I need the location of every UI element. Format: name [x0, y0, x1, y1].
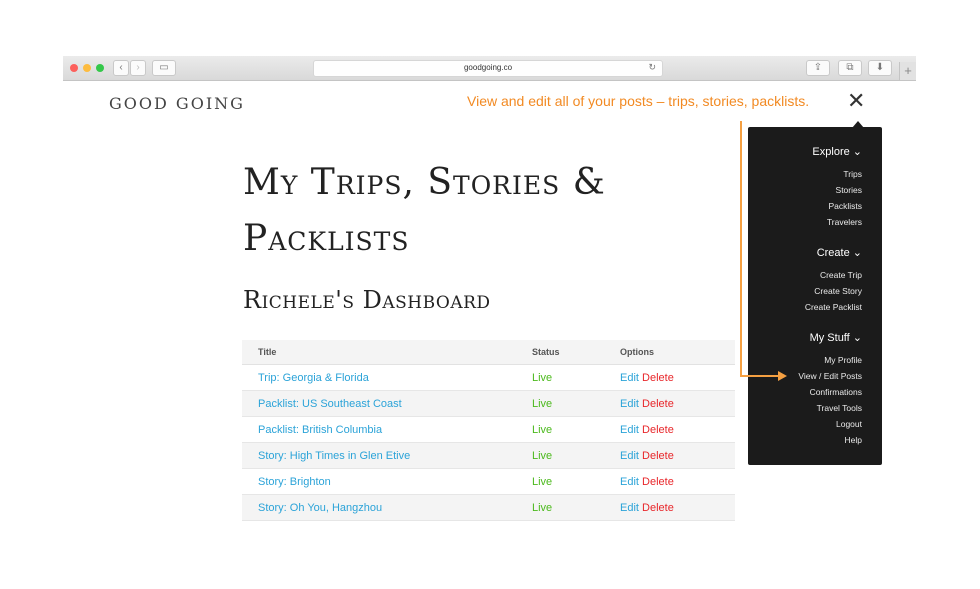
menu-item-confirmations[interactable]: Confirmations [810, 387, 862, 397]
edit-link[interactable]: Edit [620, 398, 639, 410]
delete-link[interactable]: Delete [642, 372, 674, 384]
site-logo[interactable]: GOOD GOING [109, 94, 245, 113]
delete-link[interactable]: Delete [642, 450, 674, 462]
delete-link[interactable]: Delete [642, 476, 674, 488]
edit-link[interactable]: Edit [620, 424, 639, 436]
url-text: goodgoing.co [463, 63, 513, 72]
nav-menu: Explore ⌄ Trips Stories Packlists Travel… [748, 127, 882, 465]
status-badge: Live [516, 494, 604, 521]
delete-link[interactable]: Delete [642, 502, 674, 514]
browser-toolbar: ‹ › ▭ goodgoing.co ↻ ⇪ ⧉ ⬇ + [63, 56, 916, 81]
menu-item-view-edit-posts[interactable]: View / Edit Posts [798, 371, 862, 381]
status-badge: Live [516, 416, 604, 443]
dashboard-title: Richele's Dashboard [243, 286, 491, 314]
posts-table: Title Status Options Trip: Georgia & Flo… [242, 340, 735, 521]
options-cell: Edit Delete [604, 468, 735, 495]
status-badge: Live [516, 442, 604, 469]
options-cell: Edit Delete [604, 416, 735, 443]
edit-link[interactable]: Edit [620, 450, 639, 462]
menu-item-trips[interactable]: Trips [843, 169, 862, 179]
post-title-link[interactable]: Story: High Times in Glen Etive [242, 442, 516, 469]
column-header-status: Status [516, 340, 604, 365]
column-header-title: Title [242, 340, 516, 365]
share-icon[interactable]: ⇪ [806, 60, 830, 76]
menu-item-my-profile[interactable]: My Profile [824, 355, 862, 365]
status-badge: Live [516, 364, 604, 391]
menu-item-create-packlist[interactable]: Create Packlist [805, 302, 862, 312]
tabs-icon[interactable]: ⧉ [838, 60, 862, 76]
post-title-link[interactable]: Trip: Georgia & Florida [242, 364, 516, 391]
zoom-window-icon[interactable] [96, 64, 104, 72]
annotation-text: View and edit all of your posts – trips,… [467, 93, 810, 109]
post-title-link[interactable]: Packlist: US Southeast Coast [242, 390, 516, 417]
close-window-icon[interactable] [70, 64, 78, 72]
edit-link[interactable]: Edit [620, 476, 639, 488]
annotation-arrow-line [740, 375, 780, 377]
table-row: Story: Oh You, Hangzhou Live Edit Delete [242, 494, 735, 521]
post-title-link[interactable]: Packlist: British Columbia [242, 416, 516, 443]
close-menu-icon[interactable]: ✕ [847, 88, 865, 114]
address-bar[interactable]: goodgoing.co ↻ [313, 60, 663, 77]
status-badge: Live [516, 468, 604, 495]
forward-icon[interactable]: › [130, 60, 146, 76]
post-title-link[interactable]: Story: Brighton [242, 468, 516, 495]
menu-heading-create[interactable]: Create ⌄ [817, 246, 862, 259]
delete-link[interactable]: Delete [642, 398, 674, 410]
reload-icon[interactable]: ↻ [648, 62, 656, 73]
menu-item-help[interactable]: Help [845, 435, 862, 445]
table-row: Packlist: US Southeast Coast Live Edit D… [242, 390, 735, 417]
menu-item-create-story[interactable]: Create Story [814, 286, 862, 296]
table-row: Story: Brighton Live Edit Delete [242, 468, 735, 495]
table-row: Packlist: British Columbia Live Edit Del… [242, 416, 735, 443]
annotation-arrow-icon [778, 371, 787, 381]
edit-link[interactable]: Edit [620, 372, 639, 384]
menu-item-stories[interactable]: Stories [836, 185, 862, 195]
options-cell: Edit Delete [604, 364, 735, 391]
delete-link[interactable]: Delete [642, 424, 674, 436]
menu-item-packlists[interactable]: Packlists [828, 201, 862, 211]
annotation-arrow-line [740, 121, 742, 377]
edit-link[interactable]: Edit [620, 502, 639, 514]
menu-item-logout[interactable]: Logout [836, 419, 862, 429]
table-row: Trip: Georgia & Florida Live Edit Delete [242, 364, 735, 391]
download-icon[interactable]: ⬇ [868, 60, 892, 76]
back-icon[interactable]: ‹ [113, 60, 129, 76]
status-badge: Live [516, 390, 604, 417]
table-header-row: Title Status Options [242, 340, 735, 365]
menu-heading-explore[interactable]: Explore ⌄ [812, 145, 862, 158]
menu-item-travel-tools[interactable]: Travel Tools [817, 403, 862, 413]
new-tab-button[interactable]: + [899, 62, 916, 80]
menu-item-create-trip[interactable]: Create Trip [820, 270, 862, 280]
menu-item-travelers[interactable]: Travelers [827, 217, 862, 227]
menu-heading-mystuff[interactable]: My Stuff ⌄ [810, 331, 862, 344]
options-cell: Edit Delete [604, 442, 735, 469]
options-cell: Edit Delete [604, 494, 735, 521]
column-header-options: Options [604, 340, 735, 365]
table-row: Story: High Times in Glen Etive Live Edi… [242, 442, 735, 469]
options-cell: Edit Delete [604, 390, 735, 417]
sidebar-icon[interactable]: ▭ [152, 60, 176, 76]
minimize-window-icon[interactable] [83, 64, 91, 72]
post-title-link[interactable]: Story: Oh You, Hangzhou [242, 494, 516, 521]
page-title: My Trips, Stories & Packlists [243, 162, 606, 259]
